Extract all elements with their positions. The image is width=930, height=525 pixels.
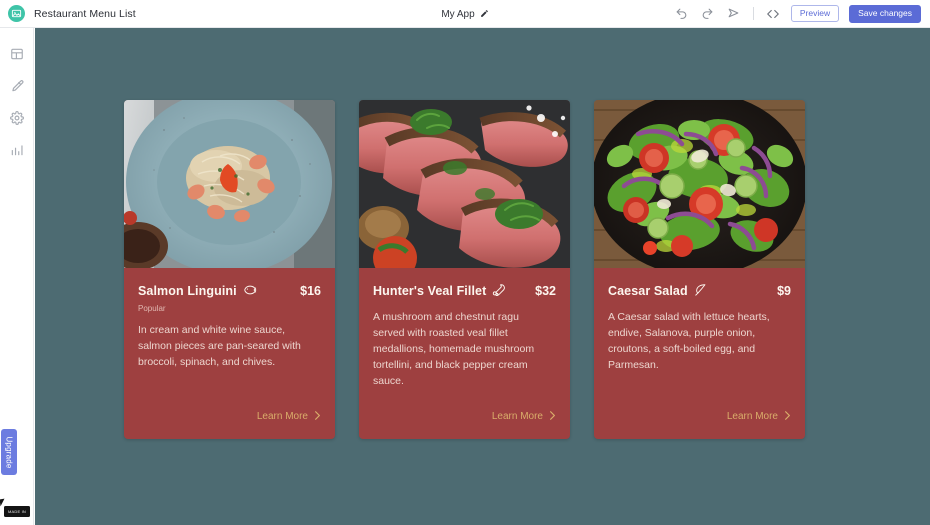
dish-description: In cream and white wine sauce, salmon pi… (138, 324, 301, 368)
chevron-right-icon (314, 407, 321, 425)
dish-name: Salmon Linguini (138, 284, 237, 298)
dish-price: $16 (300, 284, 321, 298)
card-body: Hunter's Veal Fillet $32 A mushroom and … (359, 268, 570, 389)
learn-more-link[interactable]: Learn More (124, 407, 335, 439)
sidebar-item-analytics[interactable] (5, 138, 29, 162)
learn-more-label: Learn More (256, 410, 308, 422)
dish-price: $32 (535, 284, 556, 298)
dish-tag: Popular (138, 304, 166, 313)
chevron-right-icon (549, 407, 556, 425)
redo-arrow-icon[interactable] (700, 6, 716, 22)
learn-more-link[interactable]: Learn More (359, 407, 570, 439)
app-name: My App (441, 8, 475, 20)
dish-name: Caesar Salad (608, 284, 688, 298)
meat-drumstick-icon (492, 283, 506, 301)
image-logo-icon[interactable] (8, 5, 25, 22)
dish-description: A mushroom and chestnut ragu served with… (373, 311, 535, 387)
left-sidebar: Upgrade MADE IN (0, 28, 34, 525)
dish-name: Hunter's Veal Fillet (373, 284, 487, 298)
upgrade-label: Upgrade (4, 435, 14, 469)
save-changes-button[interactable]: Save changes (849, 4, 921, 23)
code-brackets-icon[interactable] (765, 6, 781, 22)
dish-description: A Caesar salad with lettuce hearts, endi… (608, 311, 770, 371)
dish-image-salmon-linguini (124, 100, 335, 268)
undo-arrow-icon[interactable] (674, 6, 690, 22)
send-arrow-icon[interactable] (726, 6, 742, 22)
project-title: Restaurant Menu List (34, 7, 136, 20)
menu-card[interactable]: Hunter's Veal Fillet $32 A mushroom and … (359, 100, 570, 439)
card-body: Salmon Linguini $16 Popular In cream and… (124, 268, 335, 389)
card-title-row: Salmon Linguini $16 (138, 282, 321, 300)
chevron-right-icon (784, 407, 791, 425)
card-body: Caesar Salad $9 A Caesar salad with lett… (594, 268, 805, 389)
learn-more-label: Learn More (491, 410, 543, 422)
made-with-badge[interactable]: MADE IN (4, 506, 30, 517)
fish-icon (243, 283, 257, 301)
upgrade-button[interactable]: Upgrade (1, 429, 17, 475)
card-title-row: Caesar Salad $9 (608, 282, 791, 300)
dish-price: $9 (777, 284, 791, 298)
top-bar: Restaurant Menu List My App Preview Save… (0, 0, 930, 28)
menu-card[interactable]: Salmon Linguini $16 Popular In cream and… (124, 100, 335, 439)
learn-more-label: Learn More (726, 410, 778, 422)
editor-canvas[interactable]: Salmon Linguini $16 Popular In cream and… (35, 28, 930, 525)
menu-card[interactable]: Caesar Salad $9 A Caesar salad with lett… (594, 100, 805, 439)
preview-button[interactable]: Preview (790, 5, 840, 22)
toolbar-divider (752, 7, 754, 20)
pencil-icon[interactable] (480, 5, 489, 23)
sidebar-item-layout[interactable] (5, 42, 29, 66)
dish-image-hunters-veal-fillet (359, 100, 570, 268)
made-with-label: MADE IN (7, 509, 27, 514)
dish-image-caesar-salad (594, 100, 805, 268)
top-bar-left: Restaurant Menu List (0, 5, 136, 22)
sidebar-item-design[interactable] (5, 74, 29, 98)
top-bar-actions: Preview Save changes (674, 4, 930, 23)
card-title-row: Hunter's Veal Fillet $32 (373, 282, 556, 300)
learn-more-link[interactable]: Learn More (594, 407, 805, 439)
leaf-icon (694, 283, 707, 301)
menu-card-list: Salmon Linguini $16 Popular In cream and… (124, 100, 805, 439)
sidebar-item-settings[interactable] (5, 106, 29, 130)
